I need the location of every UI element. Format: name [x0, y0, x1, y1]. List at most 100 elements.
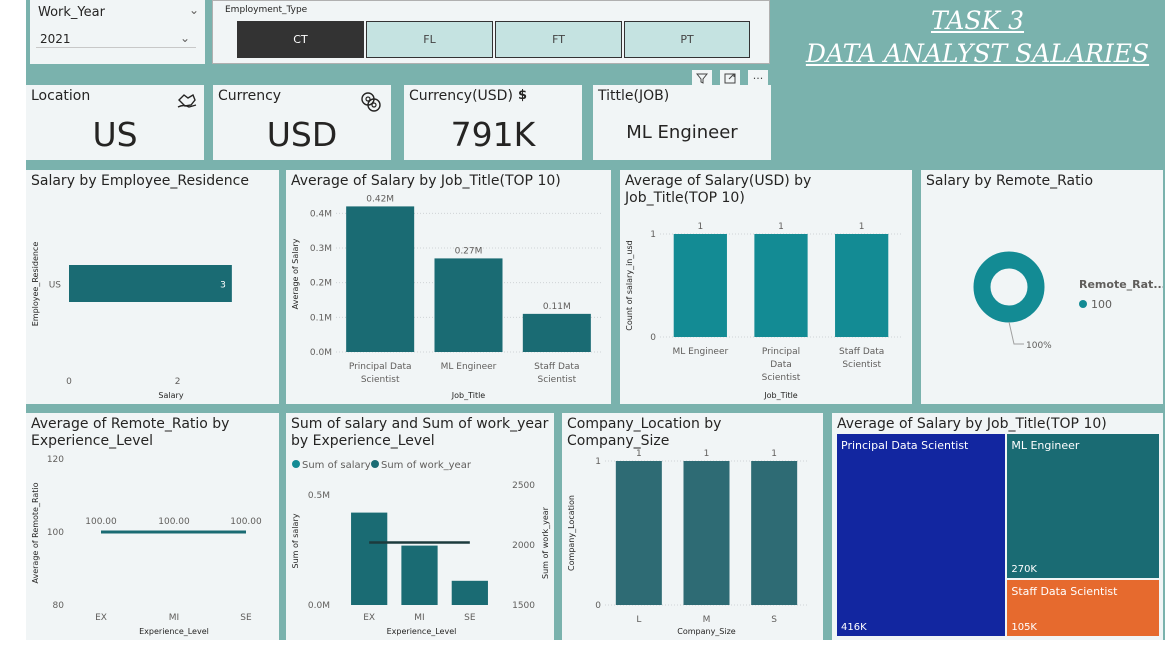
kpi-currency-value: USD	[266, 115, 338, 154]
avg-salary-usd-by-title-chart: 0 1 1 ML Engineer 1 Principal Data Scientist 1 St…	[625, 222, 902, 400]
bar	[69, 265, 232, 302]
work-year-selected-value: 2021	[40, 32, 71, 46]
avg-salary-by-title-visual[interactable]: Average of Salary by Job_Title(TOP 10) 0…	[286, 170, 611, 404]
legend-label: Sum of work_year	[381, 460, 472, 471]
data-label: 1	[771, 449, 777, 459]
x-axis-title: Company_Size	[677, 627, 736, 636]
donut-slice	[973, 251, 1045, 323]
treemap-category-label: Principal Data Scientist	[841, 439, 969, 452]
treemap-tile[interactable]: Principal Data Scientist 416K	[837, 434, 1006, 636]
title-banner: TASK 3 DATA ANALYST SALARIES	[790, 0, 1165, 85]
x-tick-label: SE	[464, 613, 476, 623]
employment-type-label: Employment_Type	[225, 5, 308, 15]
avg-remote-by-experience-visual[interactable]: Average of Remote_Ratio by Experience_Le…	[26, 413, 279, 640]
y-axis-title: Sum of salary	[291, 513, 300, 568]
x-tick-label: Scientist	[842, 360, 881, 370]
y-axis-title: Company_Location	[567, 495, 576, 571]
data-label: 100%	[1026, 341, 1052, 351]
avg-salary-usd-by-title-visual[interactable]: Average of Salary(USD) by Job_Title(TOP …	[620, 170, 912, 404]
focus-mode-icon[interactable]	[720, 70, 740, 86]
y-tick-label: 1	[595, 457, 601, 467]
x-axis-title: Job_Title	[763, 391, 798, 400]
bar	[673, 234, 727, 337]
y-axis-title: Average of Remote_Ratio	[31, 482, 40, 583]
legend-marker	[1079, 300, 1087, 308]
salary-by-residence-chart: 3 US 0 2 Salary Employee_Residence	[31, 242, 232, 400]
treemap-tile[interactable]: Staff Data Scientist 105K	[1007, 580, 1159, 636]
x-tick-label: ML Engineer	[441, 362, 497, 372]
bar	[401, 545, 438, 605]
employment-option-ft[interactable]: FT	[495, 21, 622, 58]
data-label: 100.00	[85, 517, 117, 527]
x-axis-title: Job_Title	[451, 391, 486, 400]
more-options-icon[interactable]: ···	[748, 70, 768, 86]
y2-tick-label: 2500	[512, 481, 535, 491]
x-tick-label: 2	[175, 377, 181, 387]
y-axis-title: Count of salary_in_usd	[625, 240, 634, 330]
x-tick-label: Principal	[762, 347, 800, 357]
bar	[751, 461, 798, 605]
y-axis-title: Average of Salary	[291, 238, 300, 309]
kpi-location-value: US	[92, 115, 138, 154]
data-label: 3	[220, 281, 226, 291]
coins-icon	[361, 92, 381, 112]
treemap-category-label: ML Engineer	[1011, 439, 1080, 452]
employment-option-pt[interactable]: PT	[624, 21, 750, 58]
data-label: 0.11M	[543, 302, 571, 312]
bar	[615, 461, 662, 605]
kpi-job-title-card: Tittle(JOB) ML Engineer	[593, 85, 771, 160]
employment-option-label: PT	[680, 33, 694, 46]
treemap-value-label: 416K	[841, 622, 867, 633]
bar	[434, 258, 503, 352]
employment-option-fl[interactable]: FL	[366, 21, 493, 58]
bar	[351, 512, 388, 605]
data-label: 100.00	[230, 517, 262, 527]
work-year-slicer[interactable]: Work_Year ⌄ 2021 ⌄	[30, 0, 205, 64]
y-tick-label: 0.4M	[310, 209, 332, 219]
legend-label: Sum of salary	[302, 460, 371, 471]
y-tick-label: 0.0M	[308, 601, 330, 611]
bar	[683, 461, 730, 605]
x-tick-label: Scientist	[538, 375, 577, 385]
title-line-2: DATA ANALYST SALARIES	[805, 39, 1150, 68]
x-tick-label: Principal Data	[349, 362, 412, 372]
filter-icon[interactable]	[692, 70, 712, 86]
employment-option-ct[interactable]: CT	[237, 21, 364, 58]
y2-tick-label: 2000	[512, 541, 535, 551]
salary-by-remote-ratio-visual[interactable]: Salary by Remote_Ratio 100% Remote_Rat...…	[921, 170, 1163, 404]
treemap-avg-salary-visual[interactable]: Average of Salary by Job_Title(TOP 10) P…	[832, 413, 1163, 640]
chevron-down-icon: ⌄	[179, 31, 190, 45]
x-tick-label: S	[771, 615, 777, 625]
x-tick-label: MI	[414, 613, 424, 623]
data-label: 1	[697, 222, 703, 232]
y-tick-label: 0	[595, 601, 601, 611]
kpi-location-card: Location US	[26, 85, 204, 160]
y-tick-label: 0.2M	[310, 279, 332, 289]
y2-tick-label: 1500	[512, 601, 535, 611]
visual-title: Average of Salary by Job_Title(TOP 10)	[837, 416, 1107, 432]
work-year-slicer-label: Work_Year	[38, 5, 105, 20]
slicer-header-chevron-icon[interactable]: ⌄	[189, 3, 199, 17]
avg-salary-by-title-chart: 0.0M 0.1M 0.2M 0.3M 0.4M 0.42M Principal Data S…	[291, 194, 601, 400]
bar	[522, 313, 591, 352]
y-axis-title: Employee_Residence	[31, 242, 40, 327]
data-label: 1	[778, 222, 784, 232]
x-axis-title: Experience_Level	[139, 627, 209, 636]
company-location-by-size-visual[interactable]: Company_Location by Company_Size 011L1M1…	[562, 413, 823, 640]
leader-line	[1008, 321, 1024, 345]
kpi-currency-card: Currency USD	[213, 85, 391, 160]
company-location-by-size-chart: 0 1 1 L 1 M 1 S Company_Size Company_Location	[567, 449, 808, 636]
sum-salary-work-year-visual[interactable]: Sum of salary and Sum of work_year by Ex…	[286, 413, 554, 640]
x-tick-label: SE	[240, 613, 252, 623]
x-tick-label: Staff Data	[839, 347, 884, 357]
treemap-value-label: 105K	[1011, 621, 1037, 633]
employment-type-slicer: Employment_Type CT FL FT PT	[212, 0, 770, 64]
kpi-currency-label: Currency	[218, 88, 282, 104]
bar	[754, 234, 808, 337]
work-year-dropdown[interactable]: 2021 ⌄	[36, 28, 196, 48]
title-line-1: TASK 3	[930, 6, 1025, 35]
x-tick-label: MI	[169, 613, 179, 623]
salary-by-residence-visual[interactable]: Salary by Employee_Residence 3 US 0 2 Salary…	[26, 170, 279, 404]
treemap-tile[interactable]: ML Engineer 270K	[1007, 434, 1159, 579]
y-tick-label: 0.0M	[310, 348, 332, 358]
